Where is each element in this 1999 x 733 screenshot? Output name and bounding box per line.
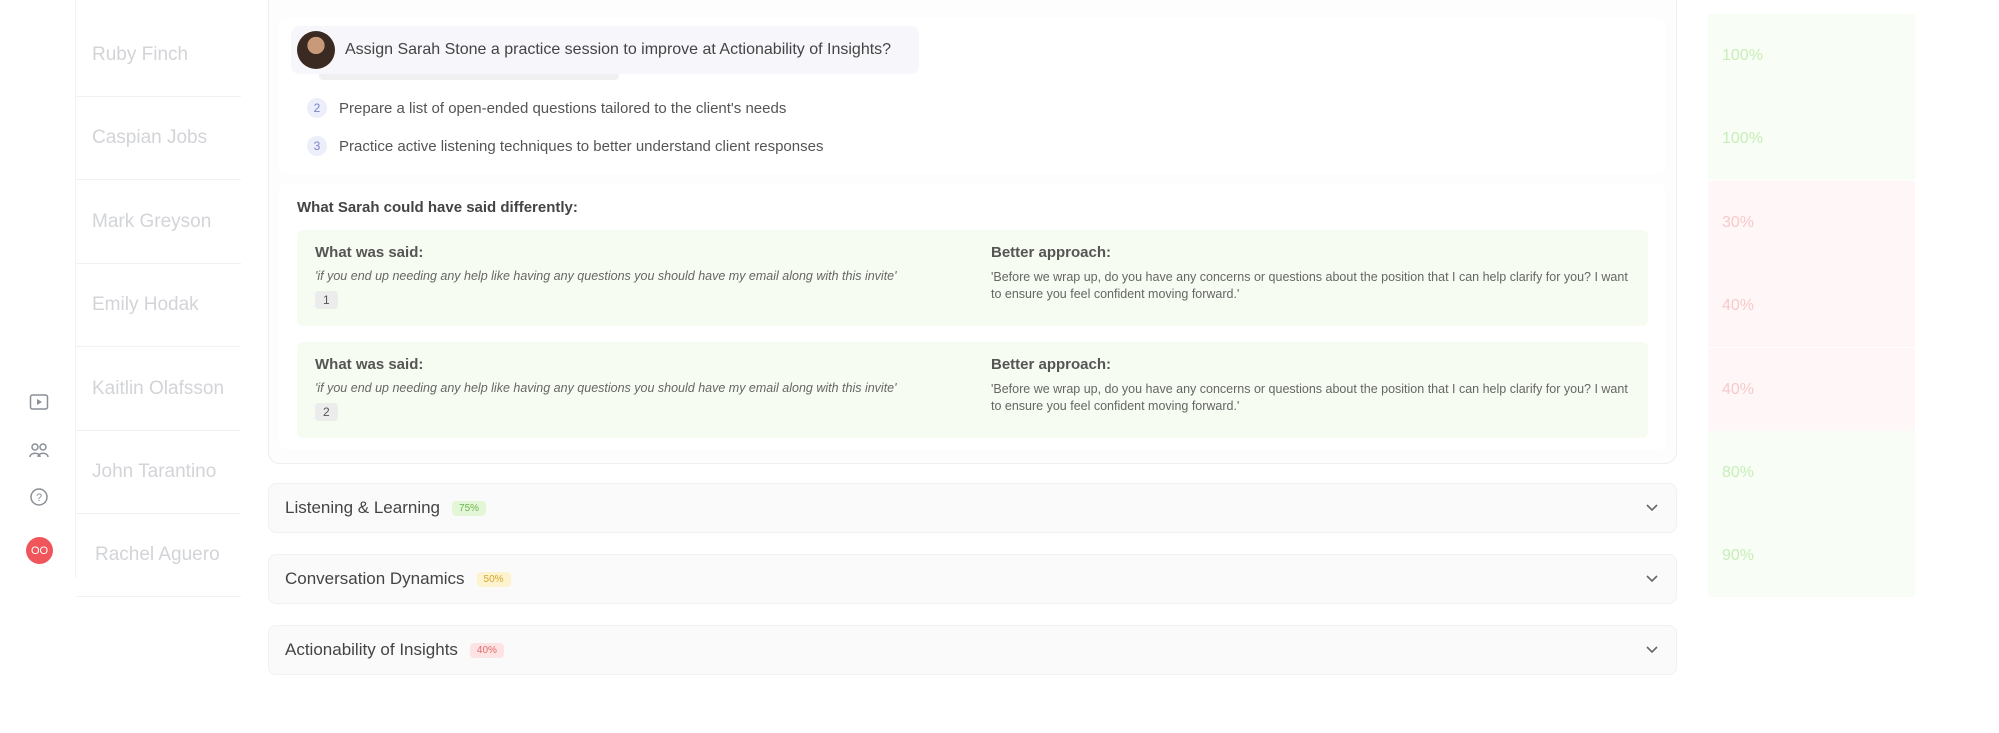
- people-list: Ruby Finch Caspian Jobs Mark Greyson Emi…: [75, 0, 241, 597]
- reference-badge[interactable]: 2: [315, 403, 338, 421]
- better-approach-label: Better approach:: [991, 356, 1112, 373]
- left-rail: ? OO: [0, 0, 76, 733]
- section-title: Listening & Learning: [285, 498, 441, 517]
- score-cell: 30%: [1708, 181, 1915, 264]
- better-approach-text: 'Before we wrap up, do you have any conc…: [991, 270, 1628, 301]
- what-was-said-quote: 'if you end up needing any help like hav…: [315, 381, 897, 395]
- chevron-down-icon[interactable]: [1644, 641, 1660, 662]
- help-icon[interactable]: ?: [27, 485, 51, 509]
- section-score-badge: 75%: [452, 500, 487, 516]
- section-actionability-insights[interactable]: Actionability of Insights 40%: [268, 625, 1677, 675]
- better-approach-label: Better approach:: [991, 244, 1112, 261]
- step-text: Prepare a list of open-ended questions t…: [339, 99, 787, 117]
- users-icon[interactable]: [27, 438, 51, 462]
- step-text: Practice active listening techniques to …: [339, 137, 824, 155]
- score-cell: 40%: [1708, 348, 1915, 431]
- person-name[interactable]: Kaitlin Olafsson: [76, 348, 241, 431]
- feedback-panel: Assign Sarah Stone a practice session to…: [268, 0, 1677, 464]
- step-number: 3: [307, 136, 327, 156]
- video-icon[interactable]: [27, 390, 51, 414]
- said-differently-title: What Sarah could have said differently:: [297, 199, 578, 216]
- chevron-down-icon[interactable]: [1644, 499, 1660, 520]
- svg-text:?: ?: [36, 492, 42, 504]
- reference-badge[interactable]: 1: [315, 291, 338, 309]
- section-listening-learning[interactable]: Listening & Learning 75%: [268, 483, 1677, 533]
- what-was-said-label: What was said:: [315, 244, 424, 261]
- section-title: Conversation Dynamics: [285, 569, 465, 588]
- score-list: 100% 100% 30% 40% 40% 80% 90%: [1708, 0, 1915, 597]
- what-was-said-label: What was said:: [315, 356, 424, 373]
- person-name[interactable]: Ruby Finch: [76, 14, 241, 97]
- said-differently-item: What was said: 'if you end up needing an…: [297, 230, 1648, 326]
- person-name[interactable]: Emily Hodak: [76, 264, 241, 347]
- person-name[interactable]: Rachel Aguero: [76, 514, 241, 597]
- score-cell: 90%: [1708, 514, 1915, 597]
- score-cell: 40%: [1708, 264, 1915, 347]
- score-cell: 100%: [1708, 97, 1915, 180]
- person-name[interactable]: Mark Greyson: [76, 181, 241, 264]
- better-approach: Better approach: 'Before we wrap up, do …: [991, 356, 1631, 415]
- score-cell: 80%: [1708, 431, 1915, 514]
- what-was-said: What was said: 'if you end up needing an…: [315, 356, 975, 421]
- better-approach-text: 'Before we wrap up, do you have any conc…: [991, 382, 1628, 413]
- said-differently-item: What was said: 'if you end up needing an…: [297, 342, 1648, 438]
- better-approach: Better approach: 'Before we wrap up, do …: [991, 244, 1631, 303]
- said-differently-card: What Sarah could have said differently: …: [279, 184, 1666, 450]
- avatar: [297, 31, 335, 69]
- section-score-badge: 50%: [476, 571, 511, 587]
- person-name[interactable]: Caspian Jobs: [76, 97, 241, 180]
- step-item: 2 Prepare a list of open-ended questions…: [307, 98, 786, 118]
- assign-prompt-text: Assign Sarah Stone a practice session to…: [345, 41, 892, 58]
- user-avatar[interactable]: OO: [26, 537, 53, 564]
- step-number: 2: [307, 98, 327, 118]
- section-conversation-dynamics[interactable]: Conversation Dynamics 50%: [268, 554, 1677, 604]
- section-score-badge: 40%: [469, 642, 504, 658]
- assign-practice-prompt[interactable]: Assign Sarah Stone a practice session to…: [291, 26, 919, 74]
- section-title: Actionability of Insights: [285, 640, 458, 659]
- chevron-down-icon[interactable]: [1644, 570, 1660, 591]
- improvement-steps-card: Assign Sarah Stone a practice session to…: [279, 18, 1666, 174]
- score-cell: 100%: [1708, 14, 1915, 97]
- what-was-said-quote: 'if you end up needing any help like hav…: [315, 269, 897, 283]
- what-was-said: What was said: 'if you end up needing an…: [315, 244, 975, 309]
- person-name[interactable]: John Tarantino: [76, 431, 241, 514]
- step-item: 3 Practice active listening techniques t…: [307, 136, 823, 156]
